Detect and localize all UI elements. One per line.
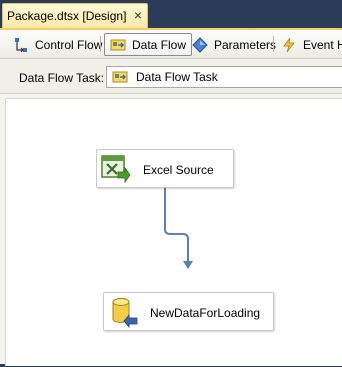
document-tab-strip: Package.dtsx [Design] ×: [0, 0, 342, 28]
tab-event-handlers[interactable]: Event Ha: [276, 33, 342, 56]
parameters-icon: [192, 36, 208, 53]
tab-control-flow[interactable]: Control Flow: [8, 33, 107, 56]
task-selector-row: Data Flow Task: Data Flow Task: [0, 60, 342, 94]
excel-source-label: Excel Source: [143, 163, 214, 177]
document-tab-title: Package.dtsx [Design]: [7, 9, 127, 23]
tab-data-flow-label: Data Flow: [132, 37, 187, 52]
tab-separator: [100, 36, 101, 52]
tab-separator: [273, 36, 274, 52]
database-destination-icon: [110, 297, 140, 329]
task-selector-dropdown[interactable]: Data Flow Task: [106, 66, 342, 88]
tab-parameters[interactable]: Parameters: [187, 33, 281, 56]
designer-tab-bar: Control Flow Data Flow Parameters Event …: [0, 30, 342, 59]
task-selector-value: Data Flow Task: [136, 70, 218, 84]
data-flow-icon: [110, 37, 126, 53]
new-data-for-loading-component[interactable]: NewDataForLoading: [103, 292, 274, 331]
tab-event-handlers-label: Event Ha: [303, 37, 342, 52]
control-flow-icon: [13, 37, 29, 53]
excel-source-icon: [101, 155, 131, 183]
task-selector-label: Data Flow Task:: [19, 71, 105, 85]
tab-control-flow-label: Control Flow: [35, 37, 103, 52]
document-tab-package[interactable]: Package.dtsx [Design] ×: [2, 3, 148, 28]
close-icon[interactable]: ×: [134, 6, 142, 24]
excel-source-component[interactable]: Excel Source: [96, 149, 234, 188]
tab-parameters-label: Parameters: [214, 37, 277, 52]
event-handlers-icon: [281, 37, 297, 53]
data-flow-task-icon: [112, 69, 128, 85]
data-flow-canvas[interactable]: Excel Source NewDataForLoading: [5, 98, 342, 366]
tab-data-flow[interactable]: Data Flow: [104, 33, 193, 56]
new-data-for-loading-label: NewDataForLoading: [150, 306, 261, 320]
package-designer: Control Flow Data Flow Parameters Event …: [0, 28, 342, 366]
